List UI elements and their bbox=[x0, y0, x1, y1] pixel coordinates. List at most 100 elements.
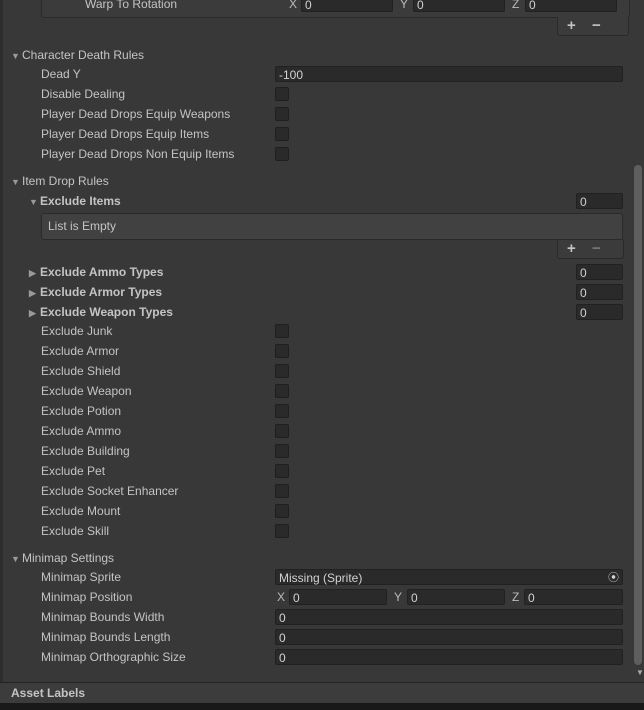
section-title: Character Death Rules bbox=[22, 48, 145, 62]
minimap-sprite-row: Minimap Sprite Missing (Sprite) ⦿ bbox=[0, 568, 644, 586]
exclude-skill-checkbox[interactable] bbox=[275, 524, 289, 538]
exclude-junk-checkbox[interactable] bbox=[275, 324, 289, 338]
exclude-shield-checkbox[interactable] bbox=[275, 364, 289, 378]
dead-y-row: Dead Y -100 bbox=[0, 65, 644, 83]
check-row: Player Dead Drops Equip Items bbox=[0, 125, 644, 143]
exclude-weapon-types-foldout[interactable]: ▶ Exclude Weapon Types bbox=[29, 303, 173, 322]
minimap-x-field[interactable]: 0 bbox=[289, 589, 387, 605]
size-field[interactable]: 0 bbox=[576, 284, 623, 300]
size-field[interactable]: 0 bbox=[576, 304, 623, 320]
list-row: ▶ Exclude Weapon Types 0 bbox=[0, 303, 644, 321]
add-button[interactable]: + bbox=[567, 17, 576, 34]
check-label: Exclude Shield bbox=[41, 364, 121, 378]
size-field[interactable]: 0 bbox=[576, 264, 623, 280]
check-label: Player Dead Drops Equip Items bbox=[41, 127, 210, 141]
exclude-items-add-remove: + − bbox=[557, 240, 624, 259]
check-row: Exclude Junk bbox=[0, 322, 644, 340]
asset-labels-bar[interactable]: Asset Labels bbox=[0, 682, 644, 704]
minimap-position-row: Minimap Position X 0 Y 0 Z 0 bbox=[0, 588, 644, 606]
triangle-right-icon: ▶ bbox=[29, 268, 36, 278]
triangle-right-icon: ▶ bbox=[29, 288, 36, 298]
bounds-length-label: Minimap Bounds Length bbox=[41, 630, 171, 644]
exclude-ammo-types-foldout[interactable]: ▶ Exclude Ammo Types bbox=[29, 263, 163, 282]
check-label: Exclude Armor bbox=[41, 344, 120, 358]
check-row: Disable Dealing bbox=[0, 85, 644, 103]
check-row: Exclude Mount bbox=[0, 502, 644, 520]
check-row: Exclude Skill bbox=[0, 522, 644, 540]
exclude-items-foldout[interactable]: ▼ Exclude Items bbox=[29, 192, 121, 211]
exclude-weapon-checkbox[interactable] bbox=[275, 384, 289, 398]
ortho-size-label: Minimap Orthographic Size bbox=[41, 650, 186, 664]
exclude-potion-checkbox[interactable] bbox=[275, 404, 289, 418]
ortho-size-field[interactable]: 0 bbox=[275, 649, 623, 665]
exclude-armor-types-foldout[interactable]: ▶ Exclude Armor Types bbox=[29, 283, 162, 302]
check-row: Exclude Shield bbox=[0, 362, 644, 380]
check-label: Exclude Weapon bbox=[41, 384, 132, 398]
item-drop-rules-foldout[interactable]: ▼ Item Drop Rules bbox=[11, 172, 109, 190]
triangle-down-icon: ▼ bbox=[29, 197, 38, 207]
object-picker-icon[interactable]: ⦿ bbox=[608, 570, 619, 586]
dead-y-label: Dead Y bbox=[41, 67, 81, 81]
drops-equip-items-checkbox[interactable] bbox=[275, 127, 289, 141]
list-empty-text: List is Empty bbox=[48, 219, 117, 233]
triangle-down-icon: ▼ bbox=[11, 177, 20, 187]
minimap-sprite-field[interactable]: Missing (Sprite) ⦿ bbox=[275, 569, 623, 585]
minimap-z-field[interactable]: 0 bbox=[524, 589, 623, 605]
ortho-size-row: Minimap Orthographic Size 0 bbox=[0, 648, 644, 666]
check-row: Exclude Weapon bbox=[0, 382, 644, 400]
z-label: Z bbox=[512, 590, 520, 604]
check-row: Player Dead Drops Non Equip Items bbox=[0, 145, 644, 163]
check-label: Exclude Pet bbox=[41, 464, 106, 478]
warp-z-field[interactable]: 0 bbox=[525, 0, 617, 12]
warp-to-rotation-label: Warp To Rotation bbox=[85, 0, 178, 11]
list-label: Exclude Weapon Types bbox=[40, 305, 173, 319]
exclude-mount-checkbox[interactable] bbox=[275, 504, 289, 518]
disable-dealing-checkbox[interactable] bbox=[275, 87, 289, 101]
warp-y-field[interactable]: 0 bbox=[413, 0, 505, 12]
minimap-y-field[interactable]: 0 bbox=[407, 589, 505, 605]
minimap-settings-foldout[interactable]: ▼ Minimap Settings bbox=[11, 549, 114, 567]
list-row: ▶ Exclude Armor Types 0 bbox=[0, 283, 644, 301]
remove-button[interactable]: − bbox=[592, 240, 601, 257]
check-row: Exclude Potion bbox=[0, 402, 644, 420]
minimap-position-label: Minimap Position bbox=[41, 590, 133, 604]
drops-equip-weapons-checkbox[interactable] bbox=[275, 107, 289, 121]
drops-non-equip-items-checkbox[interactable] bbox=[275, 147, 289, 161]
bounds-width-field[interactable]: 0 bbox=[275, 609, 623, 625]
status-bar bbox=[0, 703, 644, 710]
scroll-down-arrow-icon[interactable]: ▼ bbox=[636, 668, 644, 677]
warp-x-field[interactable]: 0 bbox=[301, 0, 393, 12]
exclude-items-label: Exclude Items bbox=[40, 194, 121, 208]
z-label: Z bbox=[512, 0, 520, 11]
section-title: Minimap Settings bbox=[22, 551, 115, 565]
section-title: Item Drop Rules bbox=[22, 174, 109, 188]
exclude-items-list: List is Empty bbox=[41, 213, 623, 240]
scrollbar-thumb[interactable] bbox=[634, 165, 642, 665]
check-label: Exclude Mount bbox=[41, 504, 121, 518]
triangle-right-icon: ▶ bbox=[29, 308, 36, 318]
list-label: Exclude Armor Types bbox=[40, 285, 163, 299]
check-row: Exclude Socket Enhancer bbox=[0, 482, 644, 500]
exclude-ammo-checkbox[interactable] bbox=[275, 424, 289, 438]
exclude-socket-enhancer-checkbox[interactable] bbox=[275, 484, 289, 498]
remove-button[interactable]: − bbox=[592, 17, 601, 34]
check-row: Exclude Armor bbox=[0, 342, 644, 360]
exclude-pet-checkbox[interactable] bbox=[275, 464, 289, 478]
check-label: Player Dead Drops Non Equip Items bbox=[41, 147, 235, 161]
list-row: ▶ Exclude Ammo Types 0 bbox=[0, 263, 644, 281]
x-label: X bbox=[277, 590, 286, 604]
exclude-items-row: ▼ Exclude Items 0 bbox=[0, 192, 644, 210]
warp-to-rotation-row: Warp To Rotation X 0 Y 0 Z 0 bbox=[0, 0, 644, 13]
exclude-armor-checkbox[interactable] bbox=[275, 344, 289, 358]
exclude-items-size-field[interactable]: 0 bbox=[576, 193, 623, 209]
check-label: Exclude Skill bbox=[41, 524, 110, 538]
bounds-length-field[interactable]: 0 bbox=[275, 629, 623, 645]
triangle-down-icon: ▼ bbox=[11, 51, 20, 61]
character-death-rules-foldout[interactable]: ▼ Character Death Rules bbox=[11, 46, 144, 64]
add-button[interactable]: + bbox=[567, 240, 576, 257]
dead-y-field[interactable]: -100 bbox=[275, 66, 623, 82]
bounds-width-row: Minimap Bounds Width 0 bbox=[0, 608, 644, 626]
exclude-building-checkbox[interactable] bbox=[275, 444, 289, 458]
check-label: Exclude Potion bbox=[41, 404, 122, 418]
list-label: Exclude Ammo Types bbox=[40, 265, 164, 279]
